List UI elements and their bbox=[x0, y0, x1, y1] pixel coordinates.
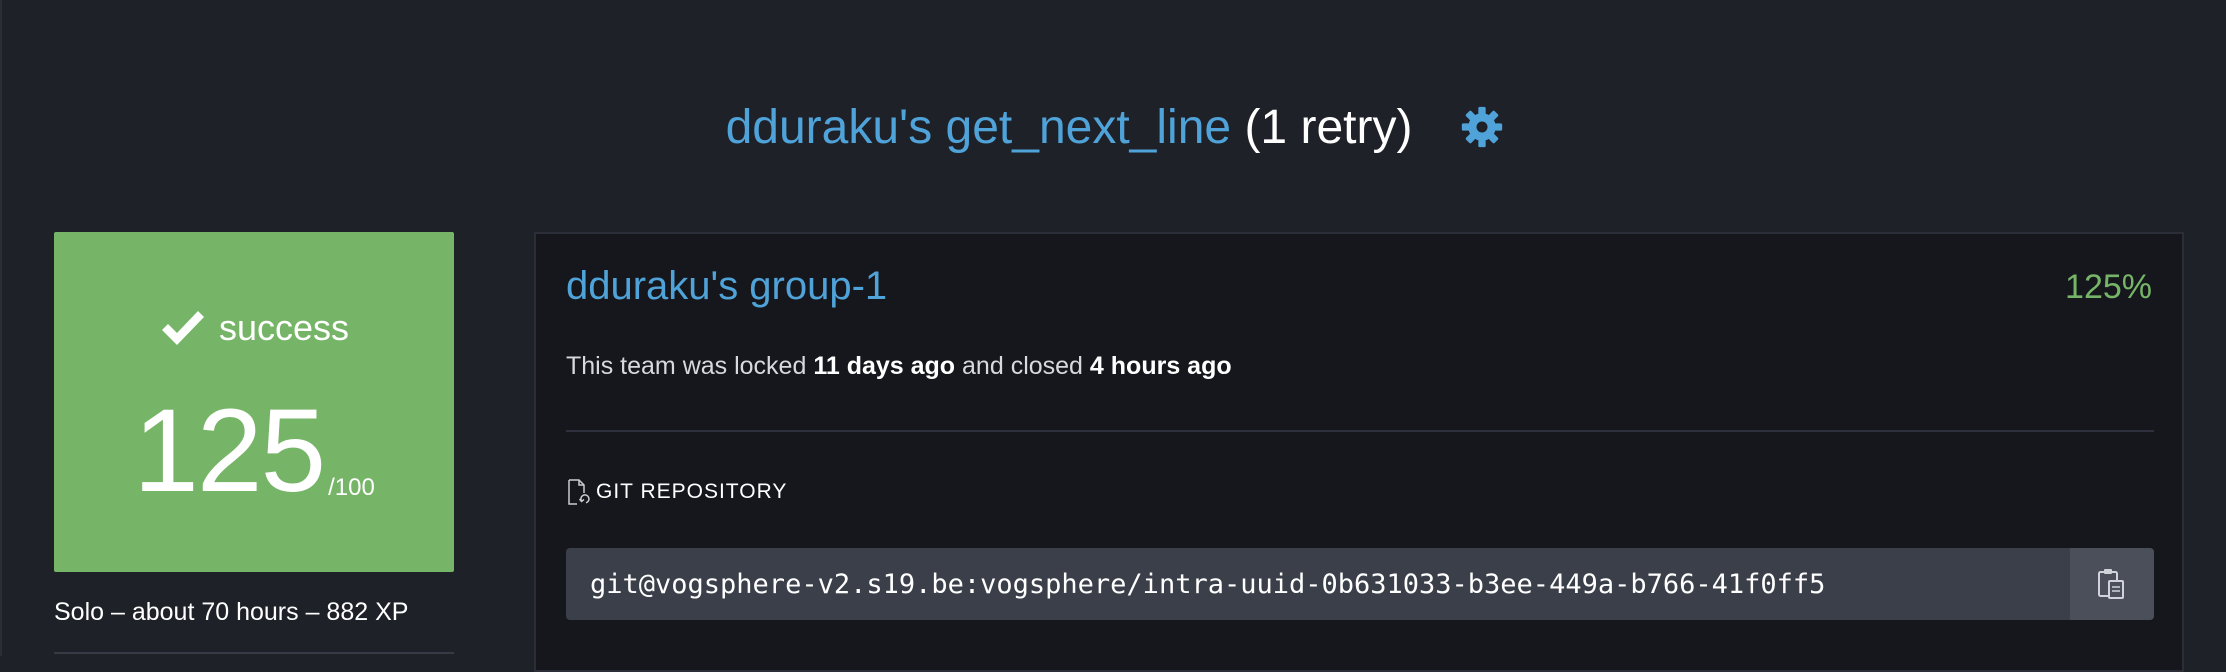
divider bbox=[54, 652, 454, 654]
repository-label-row: GIT REPOSITORY bbox=[566, 478, 787, 506]
gear-icon[interactable] bbox=[1460, 105, 1504, 149]
result-card: success 125 /100 bbox=[54, 232, 454, 572]
locked-ago: 11 days ago bbox=[813, 352, 956, 380]
closed-ago: 4 hours ago bbox=[1089, 352, 1232, 380]
team-name-link[interactable]: dduraku's group-1 bbox=[566, 264, 887, 309]
divider bbox=[566, 430, 2154, 432]
status-label: success bbox=[218, 307, 350, 348]
project-title-link[interactable]: dduraku's get_next_line bbox=[726, 101, 1232, 154]
repository-icon bbox=[566, 478, 590, 506]
team-grade: 125% bbox=[2065, 268, 2152, 306]
status-row: success bbox=[54, 306, 454, 350]
team-panel: dduraku's group-1 125% This team was loc… bbox=[534, 232, 2184, 672]
lock-prefix: This team was locked bbox=[566, 352, 807, 380]
project-meta: Solo – about 70 hours – 882 XP bbox=[54, 598, 409, 626]
clipboard-icon bbox=[2098, 569, 2124, 599]
check-icon bbox=[159, 306, 207, 350]
repository-label: GIT REPOSITORY bbox=[596, 480, 788, 503]
page-title: dduraku's get_next_line (1 retry) bbox=[726, 100, 1413, 155]
repository-url-field bbox=[566, 548, 2154, 620]
project-page: dduraku's get_next_line (1 retry) succes… bbox=[0, 0, 2226, 672]
max-mark: /100 bbox=[328, 474, 375, 501]
score-row: 125 /100 bbox=[54, 392, 454, 510]
retry-count: (1 retry) bbox=[1244, 100, 1413, 154]
copy-button[interactable] bbox=[2070, 548, 2154, 620]
project-header: dduraku's get_next_line (1 retry) bbox=[2, 92, 2226, 162]
repository-url-input[interactable] bbox=[566, 548, 2070, 620]
team-status-text: This team was locked 11 days ago and clo… bbox=[566, 352, 1232, 381]
final-mark: 125 bbox=[133, 385, 326, 517]
closed-prefix: and closed bbox=[962, 352, 1083, 380]
